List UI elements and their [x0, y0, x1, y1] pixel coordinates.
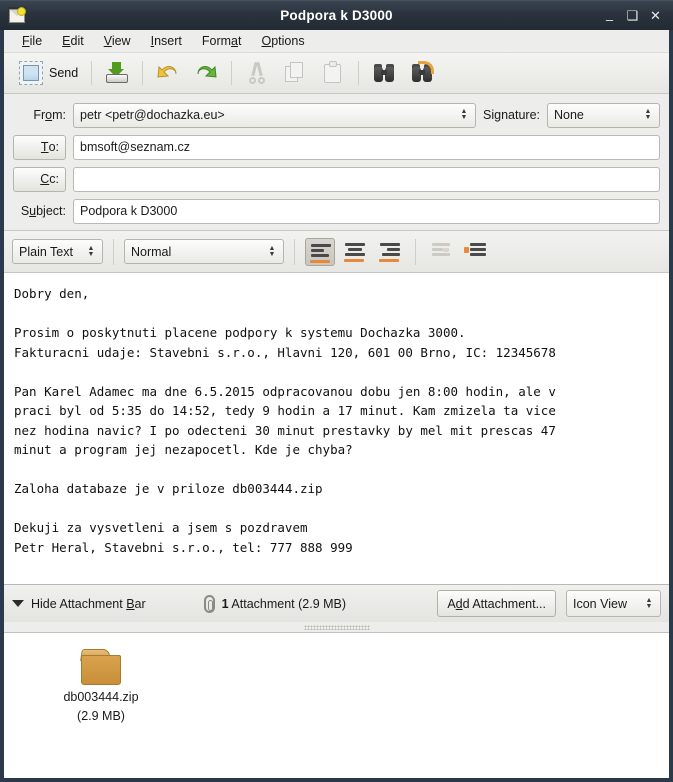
format-value: Plain Text [19, 244, 73, 259]
hide-attachment-bar-toggle[interactable]: Hide Attachment Bar [12, 597, 146, 611]
clipboard-icon [321, 61, 345, 85]
title-bar: Podpora k D3000 – ❑ ✕ [0, 0, 673, 30]
attachment-view-select[interactable]: Icon View ▲ ▼ [566, 590, 661, 617]
send-button[interactable]: Send [13, 57, 84, 89]
toolbar-separator [142, 61, 144, 85]
from-row: From: petr <petr@dochazka.eu> ▲ ▼ Signatu… [13, 102, 660, 128]
cc-input[interactable] [73, 166, 660, 192]
redo-button[interactable] [188, 57, 224, 89]
mail-envelope-icon [8, 6, 26, 25]
toolbar-separator [231, 61, 233, 85]
undo-arrow-icon [156, 61, 180, 85]
attachment-pane[interactable]: db003444.zip (2.9 MB) [4, 633, 669, 778]
attachment-splitter[interactable] [4, 622, 669, 633]
add-attachment-button[interactable]: Add Attachment... [437, 590, 556, 617]
cc-button[interactable]: Cc: [13, 166, 66, 192]
chevron-updown-icon[interactable]: ▲ ▼ [85, 245, 102, 258]
send-button-label: Send [49, 66, 79, 80]
format-separator [294, 238, 295, 265]
align-center-button[interactable] [340, 238, 370, 266]
window-controls: – ❑ ✕ [603, 9, 673, 26]
window-title: Podpora k D3000 [280, 8, 393, 23]
attachment-count-number: 1 [221, 596, 229, 611]
attachment-count-text: Attachment (2.9 MB) [228, 596, 347, 611]
paperclip-icon [203, 594, 215, 613]
maximize-icon[interactable]: ❑ [626, 9, 639, 22]
close-icon[interactable]: ✕ [649, 9, 662, 22]
main-toolbar: Send [4, 53, 669, 94]
from-select[interactable]: petr <petr@dochazka.eu> ▲ ▼ [73, 102, 476, 128]
menu-insert[interactable]: Insert [142, 32, 191, 50]
scissors-icon [245, 61, 269, 85]
menu-format[interactable]: Format [193, 32, 251, 50]
compose-window: Podpora k D3000 – ❑ ✕ FFileile Edit View… [0, 0, 673, 782]
subject-row: Subject: Podpora k D3000 [13, 198, 660, 224]
format-separator [415, 238, 416, 265]
attachment-size: (2.9 MB) [77, 709, 125, 723]
save-button[interactable] [99, 57, 135, 89]
message-body-text[interactable]: Dobry den, Prosim o poskytnuti placene p… [14, 284, 669, 557]
replace-button[interactable] [404, 57, 440, 89]
toolbar-separator [358, 61, 360, 85]
cc-row: Cc: [13, 166, 660, 192]
align-right-button[interactable] [375, 238, 405, 266]
find-replace-icon [410, 61, 435, 85]
undo-button[interactable] [150, 57, 186, 89]
hide-attachment-bar-label: Hide Attachment Bar [31, 596, 146, 611]
cut-button [239, 57, 275, 89]
binoculars-icon [372, 61, 396, 85]
outdent-button [426, 238, 456, 266]
format-toolbar: Plain Text ▲ ▼ Normal ▲ ▼ [4, 231, 669, 273]
signature-select[interactable]: None ▲ ▼ [547, 102, 660, 128]
align-left-button[interactable] [305, 237, 335, 266]
subject-value: Podpora k D3000 [80, 204, 178, 218]
to-value: bmsoft@seznam.cz [80, 140, 190, 154]
paragraph-value: Normal [131, 244, 172, 259]
archive-folder-icon [80, 649, 121, 685]
from-value: petr <petr@dochazka.eu> [80, 108, 225, 122]
copy-icon [283, 61, 307, 85]
paste-button [315, 57, 351, 89]
add-attachment-label: Add Attachment... [447, 596, 546, 611]
to-row: To: bmsoft@seznam.cz [13, 134, 660, 160]
chevron-updown-icon[interactable]: ▲ ▼ [458, 108, 475, 121]
attachment-view-value: Icon View [573, 596, 627, 611]
splitter-grip [303, 624, 370, 630]
find-button[interactable] [366, 57, 402, 89]
subject-label: Subject: [20, 204, 66, 218]
attachment-item[interactable]: db003444.zip (2.9 MB) [36, 649, 166, 723]
from-label: From: [33, 108, 66, 122]
to-input[interactable]: bmsoft@seznam.cz [73, 134, 660, 160]
minimize-icon[interactable]: – [603, 13, 616, 26]
attachment-bar: Hide Attachment Bar 1 Attachment (2.9 MB… [4, 584, 669, 622]
toolbar-separator [91, 61, 93, 85]
redo-arrow-icon [194, 61, 218, 85]
menu-view[interactable]: View [95, 32, 140, 50]
attachment-name: db003444.zip [63, 690, 139, 704]
message-body-area[interactable]: Dobry den, Prosim o poskytnuti placene p… [4, 273, 669, 584]
header-fields: From: petr <petr@dochazka.eu> ▲ ▼ Signatu… [4, 94, 669, 231]
subject-input[interactable]: Podpora k D3000 [73, 198, 660, 224]
save-drive-icon [105, 61, 129, 85]
menu-edit[interactable]: Edit [53, 32, 93, 50]
format-separator [113, 238, 114, 265]
chevron-updown-icon[interactable]: ▲ ▼ [266, 245, 283, 258]
menu-file[interactable]: FFileile [13, 32, 51, 50]
menu-options[interactable]: Options [252, 32, 313, 50]
signature-value: None [554, 108, 584, 122]
paragraph-select[interactable]: Normal ▲ ▼ [124, 239, 284, 264]
format-select[interactable]: Plain Text ▲ ▼ [12, 239, 103, 264]
chevron-updown-icon[interactable]: ▲ ▼ [642, 108, 659, 121]
to-button[interactable]: To: [13, 134, 66, 160]
stamp-icon [19, 61, 43, 85]
menu-bar: FFileile Edit View Insert Format Options [4, 30, 669, 53]
chevron-down-icon [12, 600, 24, 607]
attachment-count: 1 Attachment (2.9 MB) [203, 594, 347, 613]
copy-button [277, 57, 313, 89]
indent-button[interactable] [461, 238, 491, 266]
signature-label: Signature: [483, 108, 540, 122]
chevron-updown-icon[interactable]: ▲ ▼ [643, 597, 660, 610]
